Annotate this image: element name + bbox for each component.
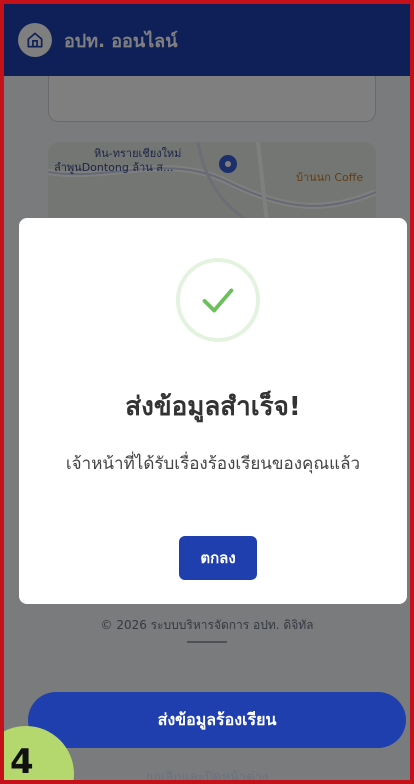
step-number: 4 <box>10 742 34 782</box>
success-dialog: ส่งข้อมูลสำเร็จ! เจ้าหน้าที่ได้รับเรื่อง… <box>19 218 407 604</box>
dialog-title: ส่งข้อมูลสำเร็จ! <box>125 392 301 422</box>
ok-button[interactable]: ตกลง <box>179 536 257 580</box>
check-icon <box>176 258 260 342</box>
app-frame: หิน-ทรายเชียงใหม่ ลำพูนDontong ล้าน ส...… <box>0 0 414 784</box>
submit-complaint-button[interactable]: ส่งข้อมูลร้องเรียน <box>28 692 406 748</box>
dialog-message: เจ้าหน้าที่ได้รับเรื่องร้องเรียนของคุณแล… <box>65 454 361 474</box>
